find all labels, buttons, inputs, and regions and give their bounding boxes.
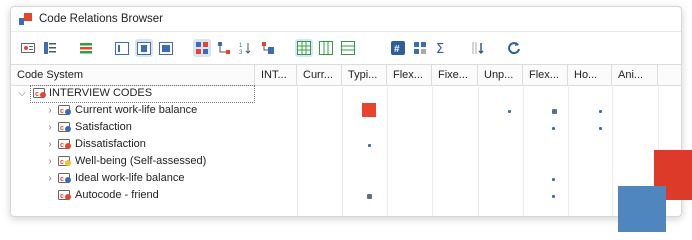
decorative-blue-square: [618, 186, 666, 232]
tree-row-label: Dissatisfaction: [75, 138, 146, 150]
relation-marker[interactable]: [599, 110, 602, 113]
code-icon: c: [58, 190, 71, 200]
refresh-icon[interactable]: [505, 39, 523, 57]
tree-branch-icon[interactable]: [215, 39, 233, 57]
window-title: Code Relations Browser: [39, 13, 164, 25]
chevron-down-icon[interactable]: ⌵: [17, 85, 27, 102]
code-relations-window: Code Relations Browser 13 # Σ Code Syste…: [10, 6, 682, 217]
chevron-right-icon[interactable]: ›: [45, 153, 55, 170]
tree-root-label: INTERVIEW CODES: [49, 87, 153, 99]
app-icon: [19, 13, 33, 25]
card-icon[interactable]: [19, 39, 37, 57]
tree-row[interactable]: › c Current work-life balance: [11, 102, 681, 119]
tree-row-label: Current work-life balance: [75, 104, 198, 116]
chevron-right-icon[interactable]: ›: [45, 119, 55, 136]
column-header-code-system[interactable]: Code System: [11, 65, 255, 85]
chevron-right-icon[interactable]: ›: [45, 136, 55, 153]
title-bar: Code Relations Browser: [11, 7, 681, 32]
tree-row[interactable]: › c Well-being (Self-assessed): [11, 153, 681, 170]
svg-text:c: c: [60, 159, 64, 166]
svg-text:c: c: [60, 108, 64, 115]
list-icon[interactable]: [41, 39, 59, 57]
svg-text:Σ: Σ: [436, 42, 444, 55]
column-header[interactable]: INT...: [255, 65, 297, 85]
toolbar: 13 # Σ: [11, 32, 681, 64]
column-header[interactable]: Fixe...: [432, 65, 478, 85]
code-icon: c: [58, 122, 71, 132]
relation-marker-large[interactable]: [362, 103, 376, 117]
tree-root-row[interactable]: ⌵ c INTERVIEW CODES: [11, 85, 681, 103]
svg-text:c: c: [35, 91, 39, 98]
chevron-right-icon[interactable]: ›: [45, 170, 55, 187]
tree-grid-icon[interactable]: [193, 39, 211, 57]
code-relations-grid: Code System INT... Curr... Typi... Flex.…: [11, 64, 681, 216]
rows-icon[interactable]: [339, 39, 357, 57]
code-folder-icon: c: [33, 88, 46, 98]
svg-text:#: #: [394, 44, 400, 55]
relation-marker[interactable]: [367, 194, 372, 199]
relation-marker[interactable]: [552, 178, 555, 181]
column-header[interactable]: Ho...: [568, 65, 612, 85]
tree-row[interactable]: › c Ideal work-life balance: [11, 170, 681, 187]
code-icon: c: [58, 105, 71, 115]
grid-header: Code System INT... Curr... Typi... Flex.…: [11, 64, 681, 86]
tree-row-label: Well-being (Self-assessed): [75, 155, 207, 167]
relation-marker[interactable]: [552, 109, 557, 114]
relation-marker[interactable]: [552, 127, 555, 130]
tree-row-label: Ideal work-life balance: [75, 172, 185, 184]
code-icon: c: [58, 173, 71, 183]
svg-text:c: c: [60, 125, 64, 132]
svg-text:3: 3: [239, 50, 243, 55]
column-header[interactable]: Curr...: [297, 65, 342, 85]
tree-row[interactable]: › c Dissatisfaction: [11, 136, 681, 153]
svg-text:c: c: [60, 193, 64, 200]
panel-center-icon[interactable]: [135, 39, 153, 57]
hierarchy-icon[interactable]: [259, 39, 277, 57]
chevron-right-icon[interactable]: ›: [45, 102, 55, 119]
grid-active-icon[interactable]: [295, 39, 313, 57]
color-bars-icon[interactable]: [77, 39, 95, 57]
svg-text:c: c: [60, 142, 64, 149]
relation-marker[interactable]: [552, 195, 555, 198]
panel-left-icon[interactable]: [113, 39, 131, 57]
svg-text:1: 1: [239, 43, 243, 49]
column-header[interactable]: Typi...: [342, 65, 387, 85]
matrix-icon[interactable]: [411, 39, 429, 57]
sort-down-icon[interactable]: [469, 39, 487, 57]
relation-marker[interactable]: [599, 127, 602, 130]
tree-row-label: Autocode - friend: [75, 189, 159, 201]
hash-icon[interactable]: #: [389, 39, 407, 57]
sort-numeric-icon[interactable]: 13: [237, 39, 255, 57]
columns-icon[interactable]: [317, 39, 335, 57]
code-icon: c: [58, 139, 71, 149]
column-header[interactable]: Flex...: [523, 65, 568, 85]
svg-text:c: c: [60, 176, 64, 183]
column-header[interactable]: Unp...: [478, 65, 523, 85]
panel-full-icon[interactable]: [157, 39, 175, 57]
relation-marker[interactable]: [508, 110, 511, 113]
tree-row[interactable]: c Autocode - friend: [11, 187, 681, 204]
tree-row-label: Satisfaction: [75, 121, 132, 133]
relation-marker[interactable]: [368, 144, 371, 147]
column-header[interactable]: Ani...: [612, 65, 658, 85]
column-header[interactable]: Flex...: [387, 65, 432, 85]
tree-row[interactable]: › c Satisfaction: [11, 119, 681, 136]
sigma-icon[interactable]: Σ: [433, 39, 451, 57]
code-icon: c: [58, 156, 71, 166]
